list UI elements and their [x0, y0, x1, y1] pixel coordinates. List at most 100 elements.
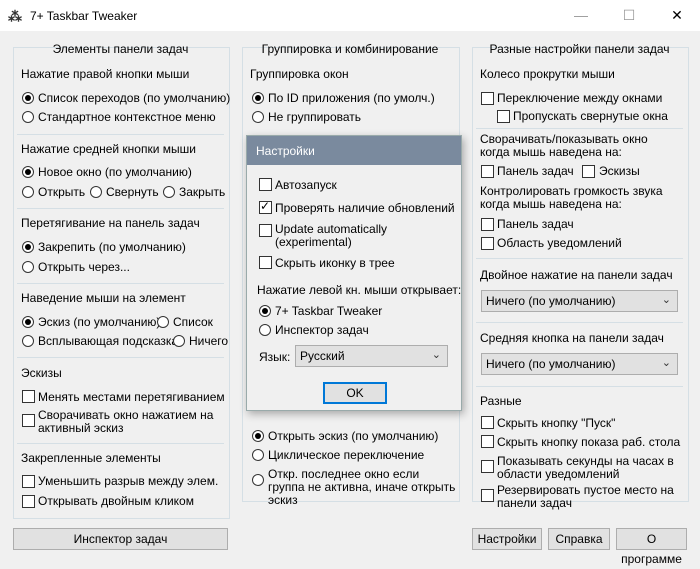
taskbar-middle-click-select[interactable]: Ничего (по умолчанию) ⌄: [481, 353, 678, 375]
separator: [476, 258, 683, 259]
volume-title: Контролировать громкость звука когда мыш…: [480, 184, 663, 211]
double-click-title: Двойное нажатие на панели задач: [480, 268, 673, 282]
thumbs-reorder-checkbox[interactable]: [22, 390, 35, 403]
hover-list-label: Список: [173, 315, 213, 329]
check-updates-checkbox[interactable]: [259, 199, 272, 214]
settings-button[interactable]: Настройки: [472, 528, 542, 550]
help-button[interactable]: Справка: [548, 528, 610, 550]
click-open-thumbnail-label: Открыть эскиз (по умолчанию): [268, 429, 439, 443]
middle-click-minimize-label: Свернуть: [106, 185, 159, 199]
thumbs-reorder-label: Менять местами перетягиванием: [38, 390, 225, 404]
middle-click-title: Нажатие средней кнопки мыши: [21, 142, 196, 156]
misc-title: Разные: [480, 394, 522, 408]
about-button[interactable]: О программе: [616, 528, 687, 566]
no-grouping-radio[interactable]: [252, 111, 264, 123]
dialog-title: Настройки: [256, 144, 315, 158]
thumbs-minimize-label: Сворачивать окно нажатием на активный эс…: [38, 408, 214, 435]
click-open-thumbnail-radio[interactable]: [252, 430, 264, 442]
drag-pin-radio[interactable]: [22, 241, 34, 253]
task-inspector-button[interactable]: Инспектор задач: [13, 528, 228, 550]
maximize-button[interactable]: ☐: [606, 4, 652, 28]
right-click-jumplist-label: Список переходов (по умолчанию): [38, 91, 231, 105]
language-select[interactable]: Русский ⌄: [295, 345, 448, 367]
ok-button[interactable]: OK: [323, 382, 387, 404]
separator: [476, 128, 683, 129]
thumbs-minimize-checkbox[interactable]: [22, 414, 35, 427]
left-click-inspector-label: Инспектор задач: [275, 323, 369, 337]
separator: [17, 208, 224, 209]
wheel-title: Колесо прокрутки мыши: [480, 67, 615, 81]
autostart-label: Автозапуск: [275, 178, 337, 192]
volume-taskbar-checkbox[interactable]: [481, 218, 494, 231]
middle-click-open-radio[interactable]: [22, 186, 34, 198]
separator: [476, 386, 683, 387]
chevron-down-icon: ⌄: [661, 357, 671, 369]
drag-open-with-radio[interactable]: [22, 261, 34, 273]
minimize-hover-thumbs-label: Эскизы: [599, 164, 640, 178]
left-panel-title: Элементы панели задач: [52, 42, 189, 56]
update-auto-checkbox[interactable]: [259, 224, 272, 237]
hover-nothing-radio[interactable]: [173, 335, 185, 347]
reserve-space-checkbox[interactable]: [481, 489, 494, 502]
click-cycle-radio[interactable]: [252, 449, 264, 461]
update-auto-label: Update automatically (experimental): [275, 222, 388, 249]
pinned-double-click-checkbox[interactable]: [22, 495, 35, 508]
show-seconds-checkbox[interactable]: [481, 460, 494, 473]
separator: [17, 357, 224, 358]
separator: [17, 443, 224, 444]
middle-panel-title: Группировка и комбинирование: [261, 42, 439, 56]
separator: [17, 134, 224, 135]
middle-click-new-window-label: Новое окно (по умолчанию): [38, 165, 192, 179]
minimize-hover-taskbar-label: Панель задач: [497, 164, 574, 178]
taskbar-middle-click-title: Средняя кнопка на панели задач: [480, 331, 664, 345]
thumbnails-title: Эскизы: [21, 366, 62, 380]
hide-show-desktop-checkbox[interactable]: [481, 435, 494, 448]
taskbar-middle-click-value: Ничего (по умолчанию): [486, 357, 616, 371]
wheel-switch-checkbox[interactable]: [481, 92, 494, 105]
right-click-standard-label: Стандартное контекстное меню: [38, 110, 216, 124]
hide-tray-label: Скрыть иконку в трее: [275, 256, 395, 270]
check-updates-label: Проверять наличие обновлений: [275, 201, 455, 215]
minimize-hover-taskbar-checkbox[interactable]: [481, 165, 494, 178]
middle-click-close-radio[interactable]: [163, 186, 175, 198]
middle-click-minimize-radio[interactable]: [90, 186, 102, 198]
right-click-jumplist-radio[interactable]: [22, 92, 34, 104]
pinned-double-click-label: Открывать двойным кликом: [38, 494, 194, 508]
click-last-window-radio[interactable]: [252, 474, 264, 486]
minimize-button[interactable]: —: [558, 4, 604, 28]
group-by-appid-radio[interactable]: [252, 92, 264, 104]
hover-tooltip-radio[interactable]: [22, 335, 34, 347]
hide-start-checkbox[interactable]: [481, 416, 494, 429]
close-button[interactable]: ✕: [654, 4, 700, 28]
dialog-title-bar: Настройки: [247, 136, 461, 165]
left-click-tweaker-radio[interactable]: [259, 305, 271, 317]
hover-list-radio[interactable]: [157, 316, 169, 328]
click-last-window-label: Откр. последнее окно если группа не акти…: [268, 467, 456, 507]
left-click-title: Нажатие левой кн. мыши открывает:: [257, 283, 462, 297]
volume-tray-checkbox[interactable]: [481, 237, 494, 250]
middle-click-new-window-radio[interactable]: [22, 166, 34, 178]
show-seconds-label: Показывать секунды на часах в области ув…: [497, 454, 674, 481]
chevron-down-icon: ⌄: [431, 349, 441, 361]
right-click-standard-radio[interactable]: [22, 111, 34, 123]
window-title: 7+ Taskbar Tweaker: [30, 9, 138, 23]
left-click-inspector-radio[interactable]: [259, 324, 271, 336]
hover-title: Наведение мыши на элемент: [21, 291, 186, 305]
double-click-select[interactable]: Ничего (по умолчанию) ⌄: [481, 290, 678, 312]
reserve-space-label: Резервировать пустое место на панели зад…: [497, 483, 674, 510]
hover-tooltip-label: Всплывающая подсказка: [38, 334, 179, 348]
wheel-skip-minimized-label: Пропускать свернутые окна: [513, 109, 668, 123]
pinned-title: Закрепленные элементы: [21, 451, 161, 465]
pinned-gap-checkbox[interactable]: [22, 475, 35, 488]
volume-taskbar-label: Панель задач: [497, 217, 574, 231]
hover-thumbnail-radio[interactable]: [22, 316, 34, 328]
hide-tray-checkbox[interactable]: [259, 256, 272, 269]
hide-start-label: Скрыть кнопку "Пуск": [497, 416, 616, 430]
autostart-checkbox[interactable]: [259, 178, 272, 191]
wheel-skip-minimized-checkbox[interactable]: [497, 110, 510, 123]
click-cycle-label: Циклическое переключение: [268, 448, 425, 462]
right-panel-title: Разные настройки панели задач: [489, 42, 670, 56]
minimize-hover-thumbs-checkbox[interactable]: [582, 165, 595, 178]
grouping-title: Группировка окон: [250, 67, 349, 81]
no-grouping-label: Не группировать: [268, 110, 362, 124]
